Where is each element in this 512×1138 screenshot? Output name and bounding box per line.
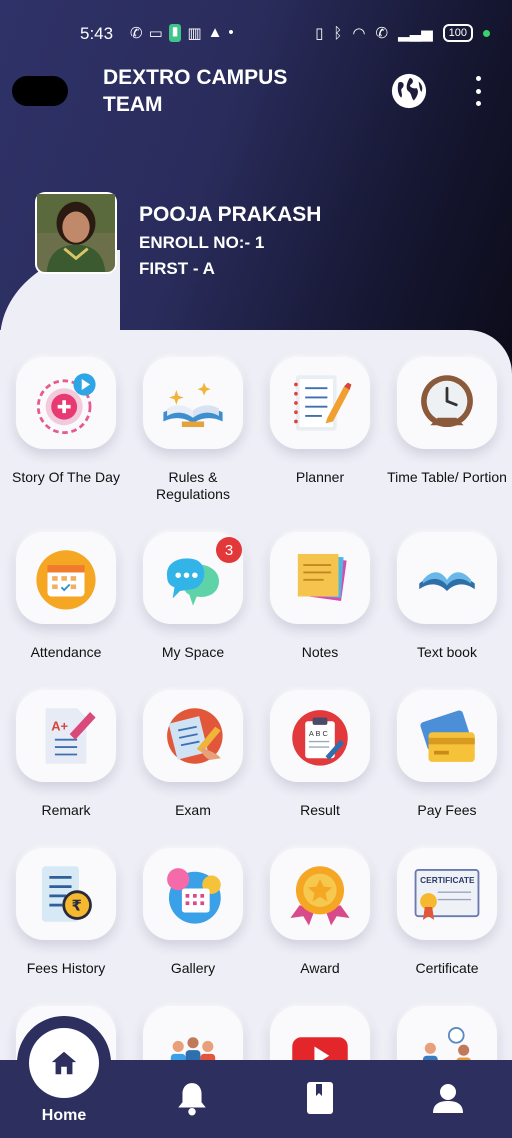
- system-icons: ▯ ᛒ ◠ ✆ ▂▃▅ 100: [315, 24, 490, 42]
- svg-text:CERTIFICATE: CERTIFICATE: [420, 875, 475, 885]
- menu-label: Story Of The Day: [12, 469, 120, 485]
- more-dot-icon: •: [228, 24, 234, 41]
- remark-icon: A+: [45, 708, 96, 764]
- menu-tile-notes[interactable]: [270, 532, 370, 624]
- wifi-icon: ◠: [352, 25, 366, 42]
- notification-badge: 3: [216, 537, 242, 563]
- school-logo: [12, 76, 68, 106]
- message-icon: ▭: [148, 25, 163, 42]
- award-icon: [290, 866, 350, 926]
- app-title: DEXTRO CAMPUS TEAM: [103, 66, 288, 116]
- menu-label: Attendance: [30, 644, 102, 660]
- menu-tile-attendance[interactable]: [16, 532, 116, 624]
- class-section: FIRST - A: [139, 259, 215, 278]
- menu-tile-textbook[interactable]: [397, 532, 497, 624]
- menu-tile-timetable[interactable]: [397, 357, 497, 449]
- calendar-icon: [36, 550, 96, 610]
- notes-icon: [297, 553, 347, 601]
- fees-history-icon: ₹: [41, 866, 92, 922]
- menu-label: Rules & Regulations: [156, 469, 230, 502]
- menu-label: Result: [300, 802, 340, 818]
- menu-tile-gallery[interactable]: [143, 848, 243, 940]
- menu-tile-certificate[interactable]: CERTIFICATE: [397, 848, 497, 940]
- svg-text:₹: ₹: [72, 898, 82, 915]
- menu-label: Pay Fees: [417, 802, 477, 818]
- menu-label: Text book: [417, 644, 477, 660]
- menu-label: Exam: [175, 802, 211, 818]
- menu-label: My Space: [161, 644, 225, 660]
- menu-tile-payfees[interactable]: [397, 690, 497, 782]
- menu-tile-rules[interactable]: [143, 357, 243, 449]
- menu-tile-remark[interactable]: A+: [16, 690, 116, 782]
- battery-icon: 100: [442, 24, 473, 42]
- menu-label: Time Table/ Portion: [387, 469, 507, 485]
- menu-label: Notes: [301, 644, 339, 660]
- vpn-icon: ▲: [207, 24, 223, 41]
- bluetooth-icon: ᛒ: [333, 24, 343, 42]
- card-icon: [420, 710, 475, 762]
- story-icon: [36, 373, 96, 434]
- overflow-menu-icon[interactable]: [470, 76, 486, 106]
- home-icon: [51, 1051, 77, 1075]
- menu-tile-planner[interactable]: [270, 357, 370, 449]
- menu-tile-feeshistory[interactable]: ₹: [16, 848, 116, 940]
- svg-text:A B C: A B C: [309, 729, 329, 738]
- avatar[interactable]: [35, 192, 117, 274]
- menu-tile-story[interactable]: [16, 357, 116, 449]
- menu-label: Gallery: [170, 960, 216, 976]
- notifications-bell-icon[interactable]: [175, 1080, 209, 1116]
- menu-tile-result[interactable]: A B C: [270, 690, 370, 782]
- menu-label: Certificate: [415, 960, 479, 976]
- avatar-photo: [37, 194, 115, 272]
- menu-tile-exam[interactable]: [143, 690, 243, 782]
- home-tab-label: Home: [41, 1107, 87, 1124]
- book-icon: [163, 382, 223, 428]
- result-icon: A B C: [292, 710, 348, 766]
- app-icon: ▮: [168, 24, 182, 42]
- open-book-icon: [419, 572, 475, 591]
- profile-nav-icon[interactable]: [431, 1080, 465, 1116]
- vibrate-icon: ▯: [315, 25, 324, 42]
- whatsapp-icon: ✆: [130, 25, 143, 42]
- exam-icon: [167, 708, 223, 764]
- menu-label: Planner: [295, 469, 345, 485]
- menu-label: Award: [300, 960, 340, 976]
- status-bar: 5:43 ✆ ▭ ▮ ▥ ▲ • ▯ ᛒ ◠ ✆ ▂▃▅ 100: [0, 18, 512, 52]
- wifi-call-icon: ✆: [375, 25, 389, 42]
- menu-label: Fees History: [26, 960, 106, 976]
- storage-icon: ▥: [187, 25, 202, 42]
- signal-icon: ▂▃▅: [398, 25, 433, 42]
- planner-icon: [294, 375, 352, 431]
- gallery-icon: [167, 868, 221, 924]
- language-globe-icon[interactable]: [390, 72, 428, 110]
- student-name: POOJA PRAKASH: [139, 203, 322, 226]
- status-time: 5:43: [80, 24, 114, 43]
- menu-label: Remark: [41, 802, 91, 818]
- notification-icons: ✆ ▭ ▮ ▥ ▲ •: [130, 24, 234, 42]
- active-dot-icon: [483, 29, 490, 37]
- book-nav-icon[interactable]: [303, 1080, 337, 1116]
- enroll-number: ENROLL NO:- 1: [139, 233, 265, 252]
- svg-text:A+: A+: [51, 718, 68, 733]
- home-tab[interactable]: [29, 1028, 99, 1098]
- menu-tile-award[interactable]: [270, 848, 370, 940]
- clock-icon: [421, 375, 473, 428]
- certificate-icon: CERTIFICATE: [414, 869, 480, 920]
- app-bar: DEXTRO CAMPUS TEAM: [0, 58, 512, 128]
